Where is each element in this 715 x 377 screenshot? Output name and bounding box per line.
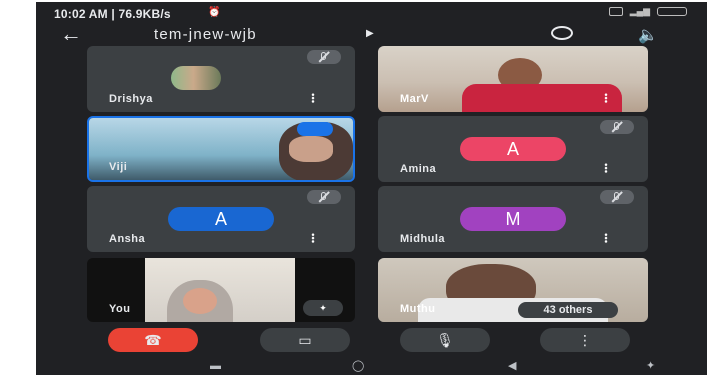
recents-icon[interactable]: ▬ xyxy=(210,361,221,372)
meeting-code[interactable]: tem-jnew-wjb xyxy=(154,26,257,43)
caret-right-icon[interactable]: ▶ xyxy=(366,28,374,39)
mic-off-icon xyxy=(600,190,634,204)
system-nav-bar: ▬ ◯ ◀ ✦ xyxy=(36,358,707,375)
end-call-button[interactable]: ☎ xyxy=(108,328,198,352)
profile-photo xyxy=(171,66,221,90)
speaking-indicator-icon xyxy=(297,122,333,136)
participant-tile-muthu[interactable]: Muthu 43 others xyxy=(378,258,648,322)
participant-name: Ansha xyxy=(109,233,146,245)
camera-video xyxy=(145,258,295,322)
more-vert-icon[interactable] xyxy=(311,233,315,243)
status-bar: 10:02 AM | 76.9KB/s ⏰ ▂▄▆ xyxy=(36,2,707,22)
end-call-icon: ☎ xyxy=(144,332,162,348)
participant-tile-marv[interactable]: MarV xyxy=(378,46,648,112)
meeting-header: ← tem-jnew-wjb ▶ 🔈 xyxy=(36,22,707,48)
signal-icon: ▂▄▆ xyxy=(629,6,650,16)
accessibility-icon[interactable]: ✦ xyxy=(646,361,655,372)
more-vert-icon[interactable] xyxy=(604,163,608,173)
call-controls: ☎ ▭ 🎙 ⋮ xyxy=(36,328,707,352)
avatar: A xyxy=(460,137,566,161)
more-options-button[interactable]: ⋮ xyxy=(540,328,630,352)
participant-tile-you[interactable]: You ✦ xyxy=(87,258,355,322)
effects-icon[interactable]: ✦ xyxy=(303,300,343,316)
alarm-icon: ⏰ xyxy=(208,7,221,18)
participant-tile-viji[interactable]: Viji xyxy=(87,116,355,182)
others-badge[interactable]: 43 others xyxy=(518,302,618,318)
more-vert-icon[interactable] xyxy=(604,233,608,243)
back-icon[interactable]: ◀ xyxy=(508,361,516,372)
battery-icon xyxy=(657,7,687,16)
participant-name: You xyxy=(109,303,131,315)
avatar: A xyxy=(168,207,274,231)
mic-off-icon xyxy=(600,120,634,134)
more-options-icon: ⋮ xyxy=(578,332,592,348)
status-time: 10:02 AM | 76.9KB/s xyxy=(54,7,171,21)
participant-name: Muthu xyxy=(400,303,436,315)
avatar: M xyxy=(460,207,566,231)
participant-tile-drishya[interactable]: Drishya xyxy=(87,46,355,112)
more-vert-icon[interactable] xyxy=(311,93,315,103)
mic-off-icon xyxy=(307,50,341,64)
participant-tile-ansha[interactable]: A Ansha xyxy=(87,186,355,252)
microphone-icon: 🎙 xyxy=(436,332,454,348)
camera-toggle-button[interactable]: ▭ xyxy=(260,328,350,352)
participant-tile-amina[interactable]: A Amina xyxy=(378,116,648,182)
status-right-icons: ▂▄▆ xyxy=(608,6,687,17)
vowifi-icon xyxy=(608,7,623,16)
back-arrow-icon[interactable]: ← xyxy=(60,22,82,46)
home-icon[interactable]: ◯ xyxy=(352,361,364,372)
switch-camera-icon[interactable] xyxy=(551,26,573,40)
participant-name: Midhula xyxy=(400,233,446,245)
speaker-icon[interactable]: 🔈 xyxy=(638,25,658,45)
participant-tile-midhula[interactable]: M Midhula xyxy=(378,186,648,252)
phone-screen: 10:02 AM | 76.9KB/s ⏰ ▂▄▆ ← tem-jnew-wjb… xyxy=(36,2,707,375)
mic-off-icon xyxy=(307,190,341,204)
participant-name: MarV xyxy=(400,93,429,105)
participant-name: Drishya xyxy=(109,93,153,105)
participant-name: Viji xyxy=(109,161,128,173)
camera-icon: ▭ xyxy=(298,332,312,348)
participant-name: Amina xyxy=(400,163,437,175)
more-vert-icon[interactable] xyxy=(604,93,608,103)
microphone-toggle-button[interactable]: 🎙 xyxy=(400,328,490,352)
